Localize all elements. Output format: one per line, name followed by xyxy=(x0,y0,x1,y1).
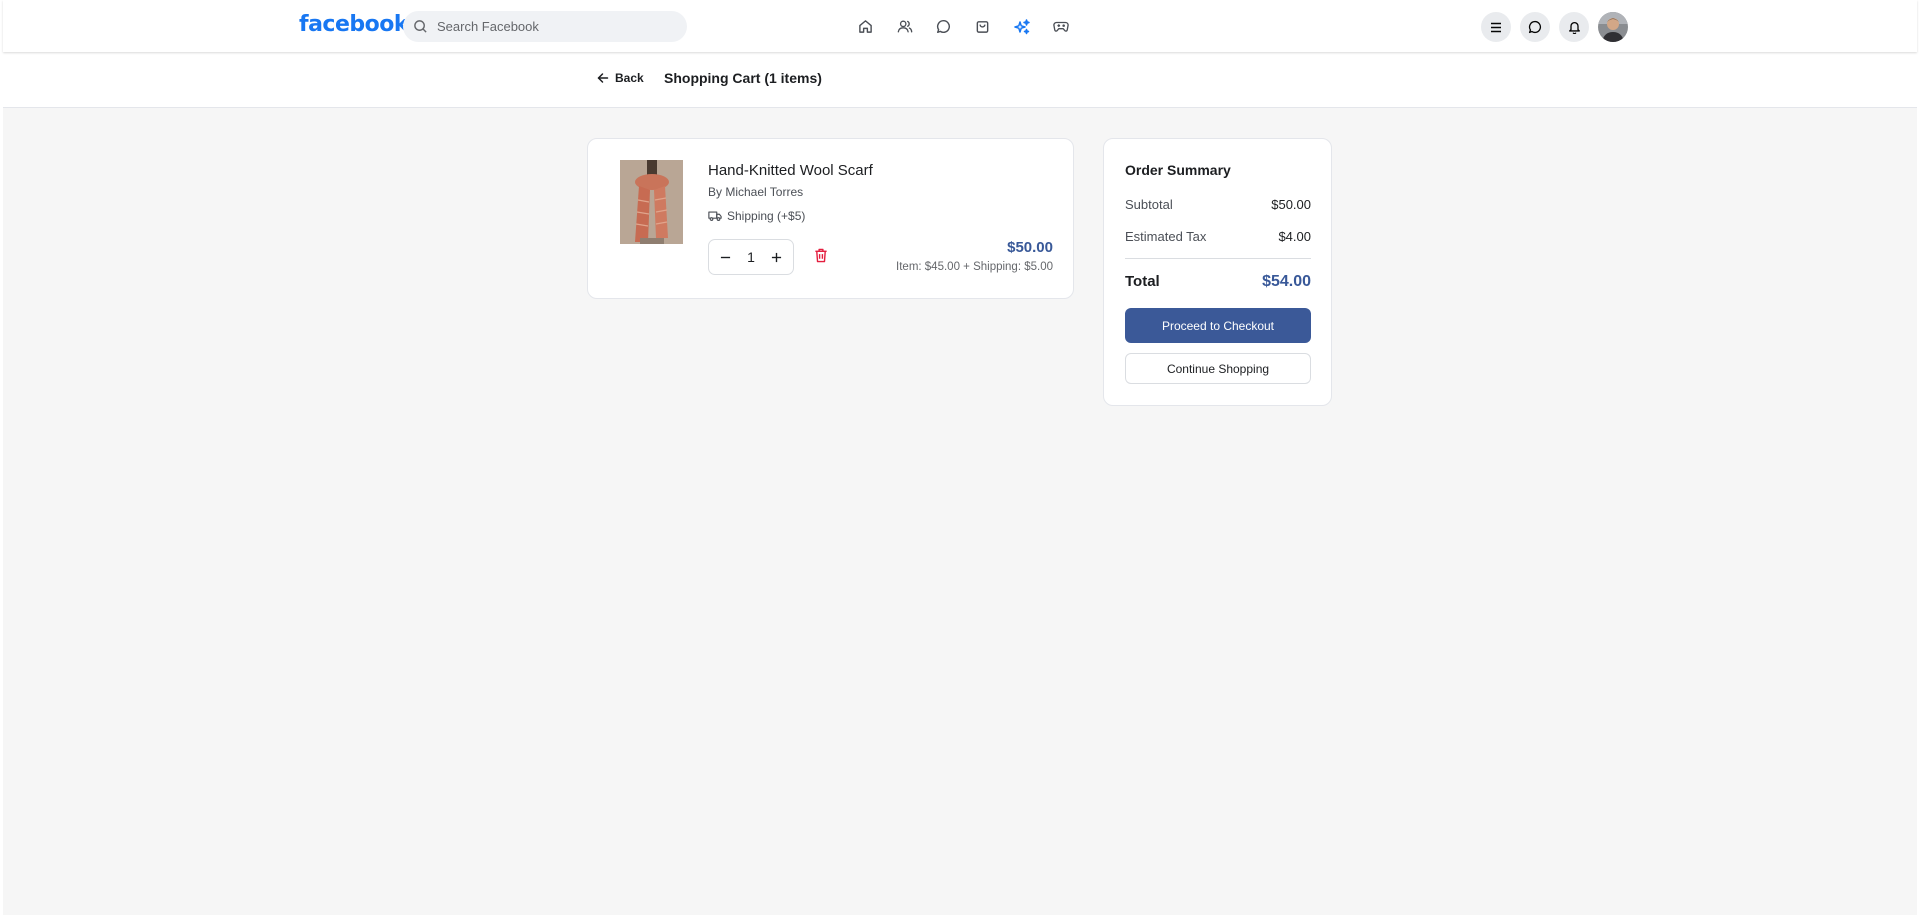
marketplace-bag-icon[interactable] xyxy=(972,16,993,37)
friends-icon[interactable] xyxy=(894,16,915,37)
summary-divider xyxy=(1125,258,1311,259)
product-image[interactable] xyxy=(620,160,683,244)
facebook-logo[interactable]: facebook xyxy=(299,12,409,37)
tax-label: Estimated Tax xyxy=(1125,229,1207,244)
item-seller: By Michael Torres xyxy=(708,185,804,199)
cart-subheader: Back Shopping Cart (1 items) xyxy=(3,52,1917,108)
item-title[interactable]: Hand-Knitted Wool Scarf xyxy=(708,162,873,179)
search-box[interactable] xyxy=(403,11,687,42)
shipping-label: Shipping (+$5) xyxy=(727,209,806,223)
menu-button[interactable] xyxy=(1481,12,1511,42)
main-nav xyxy=(855,16,1071,38)
order-summary-card: Order Summary Subtotal $50.00 Estimated … xyxy=(1103,138,1332,406)
menu-icon xyxy=(1491,22,1501,32)
avatar[interactable] xyxy=(1598,12,1628,42)
price-breakdown: Item: $45.00 + Shipping: $5.00 xyxy=(896,261,1053,273)
subtotal-value: $50.00 xyxy=(1271,197,1311,212)
order-summary-title: Order Summary xyxy=(1125,162,1231,178)
quantity-stepper: 1 xyxy=(708,239,794,275)
page-title: Shopping Cart (1 items) xyxy=(664,70,822,86)
tax-value: $4.00 xyxy=(1278,229,1311,244)
cart-item-card: Hand-Knitted Wool Scarf By Michael Torre… xyxy=(587,138,1074,299)
proceed-to-checkout-button[interactable]: Proceed to Checkout xyxy=(1125,308,1311,343)
remove-item-button[interactable] xyxy=(814,248,830,264)
sparkle-icon[interactable] xyxy=(1011,16,1032,37)
plus-icon xyxy=(772,252,782,262)
quantity-value: 1 xyxy=(747,249,755,265)
increase-quantity-button[interactable] xyxy=(769,249,785,265)
home-icon[interactable] xyxy=(855,16,876,37)
total-row: Total $54.00 xyxy=(1125,273,1311,291)
subtotal-row: Subtotal $50.00 xyxy=(1125,197,1311,212)
total-label: Total xyxy=(1125,273,1160,290)
arrow-left-icon xyxy=(597,73,609,83)
search-input[interactable] xyxy=(437,11,677,42)
item-price: $50.00 xyxy=(1007,239,1053,256)
shipping-info: Shipping (+$5) xyxy=(708,209,805,223)
back-label: Back xyxy=(615,71,644,85)
bell-icon xyxy=(1568,21,1580,34)
messenger-icon[interactable] xyxy=(933,16,954,37)
decrease-quantity-button[interactable] xyxy=(717,249,733,265)
top-navbar: facebook xyxy=(3,0,1917,52)
minus-icon xyxy=(720,256,730,258)
continue-shopping-button[interactable]: Continue Shopping xyxy=(1125,353,1311,384)
notifications-button[interactable] xyxy=(1559,12,1589,42)
gaming-icon[interactable] xyxy=(1050,16,1071,37)
header-actions xyxy=(1481,12,1628,42)
search-icon xyxy=(414,20,427,33)
subtotal-label: Subtotal xyxy=(1125,197,1173,212)
trash-icon xyxy=(815,248,827,263)
messenger-icon xyxy=(1528,20,1542,34)
truck-icon xyxy=(708,211,722,221)
tax-row: Estimated Tax $4.00 xyxy=(1125,229,1311,244)
back-button[interactable]: Back xyxy=(597,71,644,85)
total-value: $54.00 xyxy=(1262,273,1311,290)
messenger-button[interactable] xyxy=(1520,12,1550,42)
